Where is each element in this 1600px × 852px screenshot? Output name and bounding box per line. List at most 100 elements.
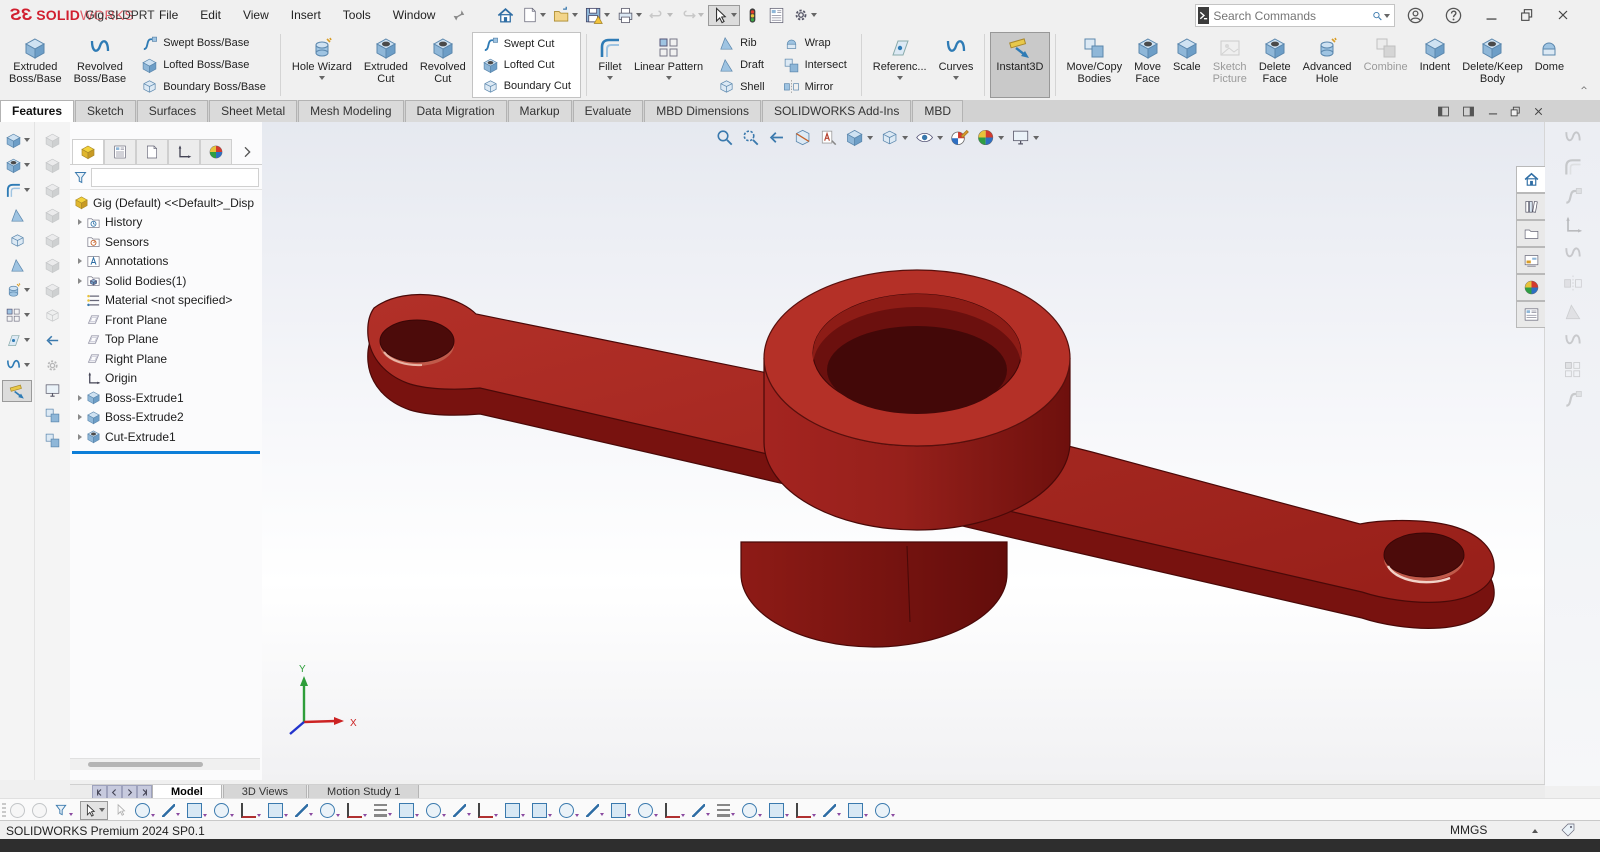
tree-item-origin[interactable]: Origin <box>70 369 262 389</box>
sketch-point-button[interactable] <box>135 802 155 818</box>
linear-pattern-button[interactable]: Linear Pattern <box>628 32 709 98</box>
appearances-scenes-tab[interactable] <box>1516 274 1545 301</box>
tree-item-boss-extrude2[interactable]: Boss-Extrude2 <box>70 408 262 428</box>
shortcut-reference-geometry-button[interactable] <box>3 330 31 350</box>
save-button[interactable] <box>582 6 612 25</box>
zoom-to-area-button[interactable] <box>741 128 760 147</box>
extruded-boss-base-button[interactable]: Extruded Boss/Base <box>3 32 68 98</box>
copy-bodies-button[interactable] <box>38 405 66 425</box>
tab-markup[interactable]: Markup <box>507 100 572 122</box>
ribbon-collapse-chevron[interactable] <box>1578 84 1590 92</box>
shortcut-fillet-button[interactable] <box>3 180 31 200</box>
trim-entities-button[interactable] <box>453 803 471 817</box>
configuration-manager-tab[interactable] <box>136 139 168 164</box>
boundary-cut-button[interactable]: Boundary Cut <box>477 76 576 96</box>
tab-data-migration[interactable]: Data Migration <box>404 100 507 122</box>
search-icon[interactable] <box>1372 8 1383 24</box>
performance-light-icon[interactable] <box>742 6 763 25</box>
scale-button[interactable]: Scale <box>1167 32 1207 98</box>
tag-icon[interactable] <box>1560 822 1576 838</box>
shortcut-draft-button[interactable] <box>3 255 31 275</box>
display-style-button[interactable] <box>880 128 908 147</box>
curves-button[interactable]: Curves <box>933 32 980 98</box>
menu-tools[interactable]: Tools <box>332 4 382 26</box>
tab-overflow-chevron[interactable] <box>232 140 262 164</box>
options-gear-button[interactable] <box>790 6 819 24</box>
file-properties-button[interactable] <box>765 6 788 25</box>
copy-entities-button[interactable] <box>611 802 631 818</box>
undo-button[interactable] <box>646 6 675 24</box>
shortcut-rib-button[interactable] <box>3 205 31 225</box>
rollback-bar[interactable] <box>72 450 260 454</box>
intersect-button[interactable]: Intersect <box>778 55 852 76</box>
tree-item-front-plane[interactable]: Front Plane <box>70 310 262 330</box>
lasso-select-icon[interactable] <box>114 803 128 817</box>
help-icon[interactable] <box>1438 0 1468 30</box>
tree-item-solid-bodies[interactable]: Solid Bodies(1) <box>70 271 262 291</box>
curves-caret[interactable] <box>953 75 960 80</box>
search-scope-caret[interactable] <box>1384 13 1390 18</box>
account-icon[interactable] <box>1400 0 1430 30</box>
shell-button[interactable]: Shell <box>713 76 769 97</box>
repair-sketch-button[interactable] <box>796 802 816 818</box>
tab-solidworks-add-ins[interactable]: SOLIDWORKS Add-Ins <box>761 100 912 122</box>
tab-features[interactable]: Features <box>0 100 75 122</box>
delete-face-button[interactable]: Delete Face <box>1253 32 1297 98</box>
swept-cut-button[interactable]: Swept Cut <box>477 34 576 54</box>
window-minimize-button[interactable] <box>1476 0 1506 30</box>
unit-system-selector[interactable]: MMGS <box>1450 823 1487 837</box>
linear-sketch-pattern-button[interactable] <box>532 802 552 818</box>
shortcut-shell-button[interactable] <box>3 230 31 250</box>
dock-pane-right-icon[interactable] <box>1457 103 1479 119</box>
mirror-entities-button[interactable] <box>505 802 525 818</box>
tree-item-history[interactable]: History <box>70 213 262 233</box>
dock-pane-left-icon[interactable] <box>1432 103 1454 119</box>
new-document-button[interactable] <box>519 6 548 24</box>
tab-evaluate[interactable]: Evaluate <box>572 100 644 122</box>
custom-properties-tab[interactable] <box>1516 301 1545 328</box>
tab-mbd-dimensions[interactable]: MBD Dimensions <box>644 100 761 122</box>
reference-geometry-button[interactable]: Referenc... <box>867 32 933 98</box>
dimxpert-manager-tab[interactable] <box>168 139 200 164</box>
display-manager-tab[interactable] <box>200 139 232 164</box>
fillet-button[interactable]: Fillet <box>592 32 628 98</box>
sketch-spline-button[interactable] <box>295 803 313 817</box>
swept-boss-base-button[interactable]: Swept Boss/Base <box>136 33 271 54</box>
model-tab[interactable]: Model <box>152 785 222 799</box>
pin-menu-icon[interactable] <box>446 3 472 27</box>
section-view-button[interactable] <box>793 128 812 147</box>
edit-appearance-button[interactable] <box>950 128 969 147</box>
quick-snaps-button[interactable] <box>823 803 841 817</box>
lofted-cut-button[interactable]: Lofted Cut <box>477 55 576 75</box>
toolbar-grip[interactable] <box>2 803 6 817</box>
redo-button[interactable] <box>677 6 706 24</box>
filter-tool-icon[interactable] <box>32 802 47 818</box>
shortcut-extruded-boss-button[interactable] <box>3 130 31 150</box>
select-tool-button[interactable] <box>708 4 741 26</box>
sketch-text-button[interactable] <box>374 803 392 817</box>
dome-button[interactable]: Dome <box>1529 32 1570 98</box>
copy-bodies-button[interactable] <box>38 430 66 450</box>
hide-show-items-button[interactable] <box>915 128 943 147</box>
window-restore-button[interactable] <box>1512 0 1542 30</box>
featuremanager-design-tree-tab[interactable] <box>72 139 104 164</box>
indent-button[interactable]: Indent <box>1414 32 1457 98</box>
mirror-button[interactable]: Mirror <box>778 76 852 97</box>
sketch-polygon-button[interactable] <box>268 802 288 818</box>
home-button[interactable] <box>494 6 517 25</box>
fillet-caret[interactable] <box>607 75 614 80</box>
select-arrow-button[interactable] <box>80 800 108 820</box>
shortcut-extruded-cut-button[interactable] <box>3 155 31 175</box>
rapid-sketch-button[interactable] <box>848 802 868 818</box>
doc-minimize-button[interactable] <box>1482 103 1504 119</box>
smart-dimension-button[interactable] <box>717 803 735 817</box>
file-explorer-tab[interactable] <box>1516 220 1545 247</box>
unit-system-caret[interactable] <box>1532 829 1538 833</box>
linear-pattern-caret[interactable] <box>666 75 673 80</box>
extend-entities-button[interactable] <box>478 802 498 818</box>
boundary-boss-base-button[interactable]: Boundary Boss/Base <box>136 76 271 97</box>
sketch-line-button[interactable] <box>162 803 180 817</box>
menu-insert[interactable]: Insert <box>280 4 332 26</box>
tree-item-annotations[interactable]: Annotations <box>70 252 262 272</box>
selection-filter-button[interactable] <box>54 803 73 817</box>
